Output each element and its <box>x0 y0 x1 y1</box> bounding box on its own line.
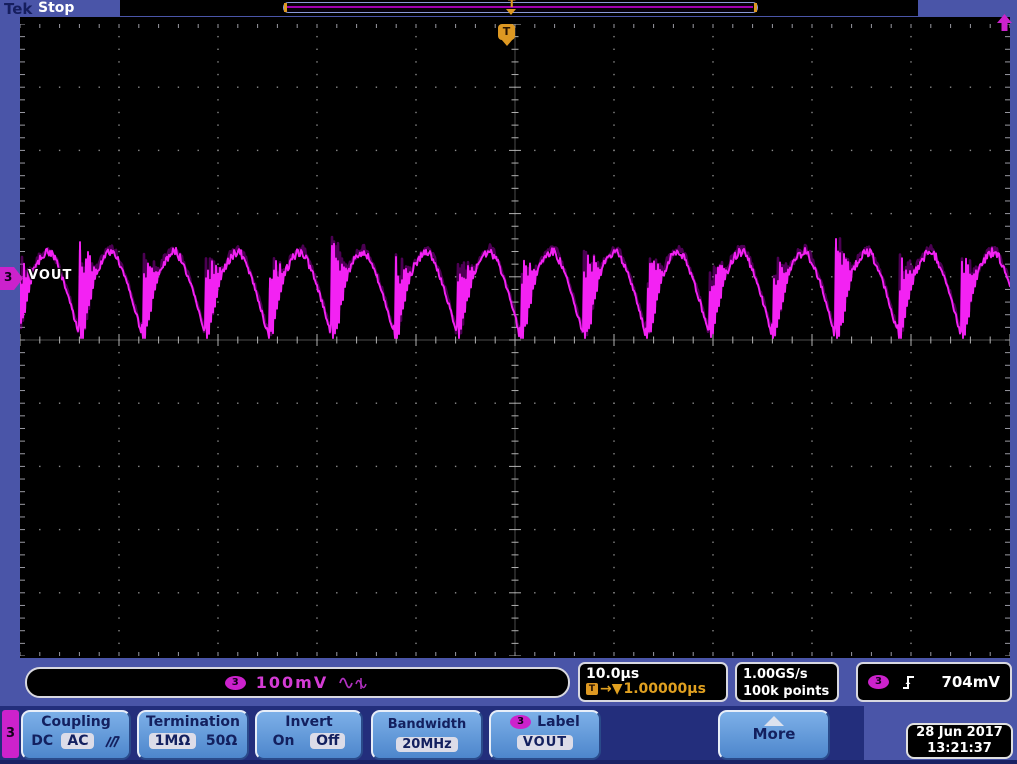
coupling-dc-option[interactable]: DC <box>31 733 53 749</box>
expansion-point-marker[interactable]: T <box>505 0 521 17</box>
acquisition-status: Stop <box>38 0 75 16</box>
rising-edge-slope-icon <box>903 675 914 689</box>
date: 28 Jun 2017 <box>916 725 1003 740</box>
termination-button[interactable]: Termination 1MΩ 50Ω <box>137 710 249 760</box>
trigger-source-badge: 3 <box>868 675 889 689</box>
time: 13:21:37 <box>927 741 992 756</box>
label-value-selected[interactable]: VOUT <box>516 735 574 750</box>
down-arrow-icon <box>506 9 516 15</box>
termination-1m-option-selected[interactable]: 1MΩ <box>148 733 197 749</box>
channel-3-badge: 3 <box>224 675 246 690</box>
record-length: 100k points <box>743 684 830 699</box>
record-left-bracket-icon <box>284 3 287 12</box>
invert-on-option[interactable]: On <box>273 733 295 749</box>
ac-coupling-bandwidth-icon <box>339 677 367 689</box>
waveform-plot <box>20 24 1010 656</box>
top-status-bar: Tek Stop T <box>0 0 1017 18</box>
bottom-divider <box>0 760 1017 764</box>
coupling-ac-option-selected[interactable]: AC <box>61 733 95 749</box>
chassis-ground-icon[interactable] <box>103 734 121 749</box>
trigger-t-chip-icon: T <box>586 683 598 695</box>
more-button[interactable]: More <box>718 710 830 760</box>
termination-50-option[interactable]: 50Ω <box>206 733 237 749</box>
menu-channel-tab: 3 <box>2 710 19 758</box>
trigger-position-marker[interactable]: T <box>498 24 515 46</box>
tek-logo: Tek <box>4 0 33 18</box>
acquisition-readout: 1.00GS/s 100k points <box>735 662 839 702</box>
down-arrow-icon <box>501 39 513 46</box>
waveform-label: VOUT <box>28 268 73 283</box>
channel-scale: 100mV <box>255 673 329 692</box>
oscilloscope-screen: Tek Stop T T 3 VOUT 3 100mV 10.0µs T →▼ … <box>0 0 1017 764</box>
coupling-title: Coupling <box>41 714 111 730</box>
channel-marker-number: 3 <box>4 270 13 284</box>
trigger-level-offscreen-arrow-icon <box>997 14 1012 31</box>
channel-readout: 3 100mV <box>25 667 570 698</box>
label-channel-badge: 3 <box>510 715 532 729</box>
timebase-scale: 10.0µs <box>586 666 640 682</box>
coupling-button[interactable]: Coupling DC AC <box>21 710 131 760</box>
bandwidth-value-selected[interactable]: 20MHz <box>396 737 458 752</box>
bandwidth-button[interactable]: Bandwidth 20MHz <box>371 710 483 760</box>
trigger-position-arrows-icon: →▼ <box>600 681 623 697</box>
bandwidth-title: Bandwidth <box>387 717 467 732</box>
more-label: More <box>752 725 796 743</box>
label-title: Label <box>537 714 580 730</box>
invert-off-option-selected[interactable]: Off <box>310 733 346 749</box>
termination-title: Termination <box>146 714 240 730</box>
channel-3-position-marker[interactable]: 3 <box>0 267 23 290</box>
graticule <box>20 17 1010 658</box>
datetime-display: 28 Jun 2017 13:21:37 <box>906 723 1013 759</box>
invert-button[interactable]: Invert On Off <box>255 710 363 760</box>
invert-title: Invert <box>285 714 333 730</box>
trigger-readout: 3 704mV <box>856 662 1012 702</box>
trigger-t-icon: T <box>502 25 511 38</box>
record-right-bracket-icon <box>754 3 757 12</box>
sample-rate: 1.00GS/s <box>743 667 808 682</box>
label-button[interactable]: 3 Label VOUT <box>489 710 601 760</box>
trigger-level: 704mV <box>941 673 1000 691</box>
trigger-position-value: 1.00000µs <box>623 681 706 697</box>
timebase-readout: 10.0µs T →▼ 1.00000µs <box>578 662 728 702</box>
